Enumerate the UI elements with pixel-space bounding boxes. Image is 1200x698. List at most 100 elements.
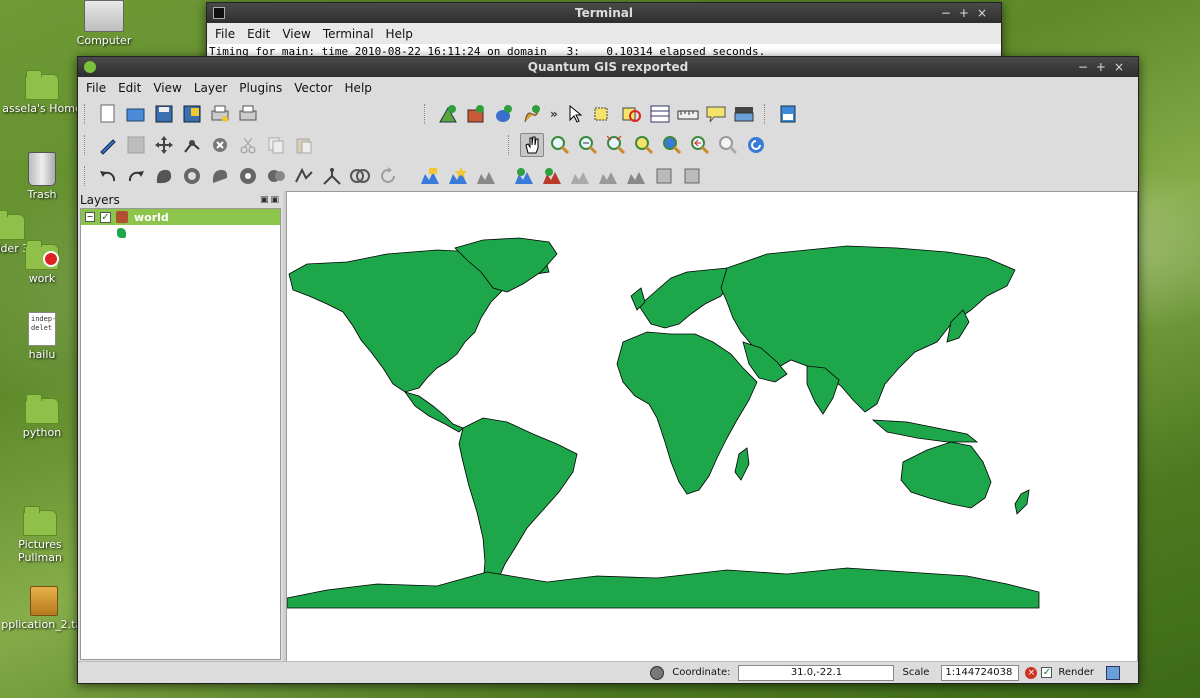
menu-layer[interactable]: Layer [188,81,233,95]
toolbar-grip[interactable] [508,134,514,155]
attribute-table-icon[interactable] [648,102,672,126]
zoom-out-icon[interactable] [576,133,600,157]
measure-line-icon[interactable] [676,102,700,126]
label-tool-icon[interactable] [418,164,442,188]
terminal-titlebar[interactable]: Terminal −+× [207,3,1001,23]
menu-file[interactable]: File [80,81,112,95]
split-features-icon[interactable] [320,164,344,188]
add-ring-icon[interactable] [180,164,204,188]
save-project-icon[interactable] [152,102,176,126]
coordinate-field[interactable]: 31.0,-22.1 [738,664,895,681]
menu-vector[interactable]: Vector [288,81,338,95]
menu-file[interactable]: File [209,27,241,41]
zoom-to-selection-icon[interactable] [632,133,656,157]
menu-view[interactable]: View [276,27,316,41]
deselect-icon[interactable] [620,102,644,126]
rotate-symbols-icon[interactable] [376,164,400,188]
menu-plugins[interactable]: Plugins [233,81,288,95]
paste-features-icon[interactable] [292,133,316,157]
zoom-to-layer-icon[interactable] [660,133,684,157]
print-composer-icon[interactable] [208,102,232,126]
scale-field[interactable]: 1:144724038 [941,664,1020,681]
toolbar-grip[interactable] [763,103,770,124]
plugin-tool-4-icon[interactable] [652,164,676,188]
desktop-icon-pictures[interactable]: Pictures Pullman [0,506,82,564]
delete-ring-icon[interactable] [236,164,260,188]
menu-edit[interactable]: Edit [241,27,276,41]
render-label: Render [1058,667,1094,678]
collapse-toggle-icon[interactable]: − [85,212,95,222]
desktop-icon-trash[interactable]: Trash [0,152,84,201]
toggle-editing-icon[interactable] [96,133,120,157]
zoom-last-icon[interactable] [688,133,712,157]
stop-render-icon[interactable]: × [1025,666,1038,679]
merge-features-icon[interactable] [348,164,372,188]
select-features-icon[interactable] [592,102,616,126]
desktop-icon-hailu[interactable]: indep- delet hailu [0,312,84,361]
plugin-tool-1-icon[interactable] [568,164,592,188]
delete-part-icon[interactable] [264,164,288,188]
copy-features-icon[interactable] [264,133,288,157]
menu-terminal[interactable]: Terminal [317,27,380,41]
menu-help[interactable]: Help [380,27,419,41]
delete-selected-icon[interactable] [208,133,232,157]
desktop-icon-computer[interactable]: Computer [62,0,146,47]
layer-row-world[interactable]: − ✓ world [81,209,280,225]
reshape-features-icon[interactable] [292,164,316,188]
save-as-icon[interactable] [180,102,204,126]
zoom-next-icon[interactable] [716,133,740,157]
plugin-tool-2-icon[interactable] [596,164,620,188]
desktop-icon-home[interactable]: assela's Home [0,70,84,115]
plugin-tool-5-icon[interactable] [680,164,704,188]
map-tips-icon[interactable] [704,102,728,126]
add-spatialite-layer-icon[interactable] [520,102,544,126]
desktop-icon-python[interactable]: python [0,394,84,439]
toolbar-grip[interactable] [84,103,90,124]
qgis-titlebar[interactable]: Quantum GIS rexported −+× [78,57,1138,77]
open-project-icon[interactable] [124,102,148,126]
mouse-coordinate-toggle-icon[interactable] [650,665,665,680]
menu-edit[interactable]: Edit [112,81,147,95]
toolbar-grip[interactable] [84,134,90,155]
move-feature-icon[interactable] [152,133,176,157]
redo-icon[interactable] [124,164,148,188]
undo-icon[interactable] [96,164,120,188]
map-canvas[interactable] [286,191,1138,662]
identify-features-icon[interactable] [564,102,588,126]
simplify-feature-icon[interactable] [152,164,176,188]
help-context-icon[interactable] [776,102,800,126]
zoom-in-icon[interactable] [548,133,572,157]
add-postgis-layer-icon[interactable] [492,102,516,126]
georeferencer-icon[interactable] [540,164,564,188]
add-vector-layer-icon[interactable] [436,102,460,126]
panel-float-close-icon[interactable]: ▣▣ [260,195,281,205]
render-checkbox[interactable]: ✓ [1041,667,1053,678]
home-icon[interactable] [732,102,756,126]
add-raster-layer-icon[interactable] [464,102,488,126]
projection-status-icon[interactable] [1106,665,1120,680]
new-project-icon[interactable] [96,102,120,126]
plugin-tool-3-icon[interactable] [624,164,648,188]
menu-help[interactable]: Help [339,81,378,95]
computer-icon [84,0,124,32]
pan-map-icon[interactable] [520,132,544,157]
window-controls[interactable]: −+× [941,3,995,23]
move-label-icon[interactable] [474,164,498,188]
cut-features-icon[interactable] [236,133,260,157]
menu-view[interactable]: View [147,81,187,95]
add-part-icon[interactable] [208,164,232,188]
refresh-icon[interactable] [744,133,768,157]
window-controls[interactable]: −+× [1078,57,1132,77]
highlight-label-icon[interactable] [446,164,470,188]
node-tool-icon[interactable] [180,133,204,157]
layer-visibility-checkbox[interactable]: ✓ [100,211,111,223]
zoom-full-icon[interactable] [604,133,628,157]
desktop-icon-work[interactable]: work [0,240,84,285]
toolbar-overflow-icon[interactable]: » [550,107,558,121]
gps-tool-icon[interactable] [512,164,536,188]
save-edits-icon[interactable] [124,133,148,157]
print-icon[interactable] [236,102,260,126]
map-antarctica [287,567,1040,609]
toolbar-grip[interactable] [424,103,430,124]
toolbar-grip[interactable] [84,165,90,186]
